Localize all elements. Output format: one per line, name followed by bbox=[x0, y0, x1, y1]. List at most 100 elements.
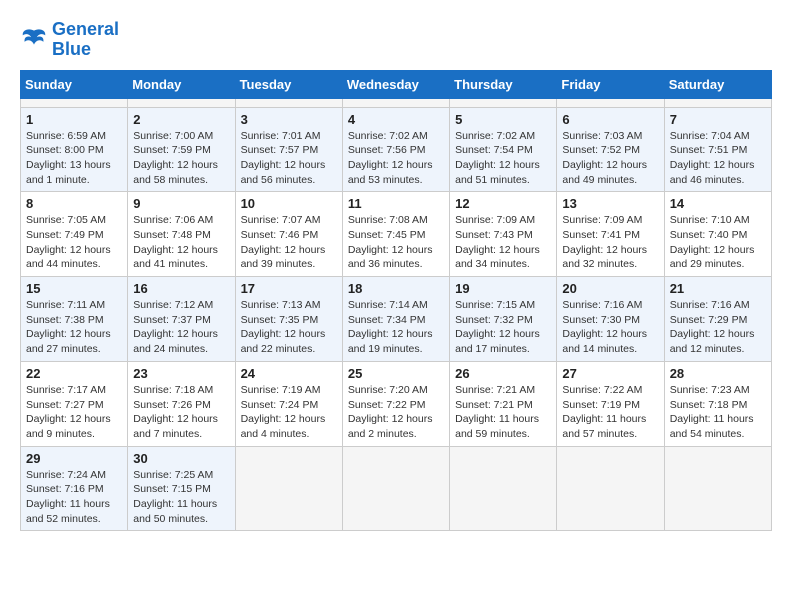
day-number: 12 bbox=[455, 196, 551, 211]
empty-day bbox=[342, 446, 449, 531]
day-number: 11 bbox=[348, 196, 444, 211]
day-info: Sunrise: 7:09 AMSunset: 7:43 PMDaylight:… bbox=[455, 213, 551, 272]
day-info: Sunrise: 7:04 AMSunset: 7:51 PMDaylight:… bbox=[670, 129, 766, 188]
day-info: Sunrise: 7:08 AMSunset: 7:45 PMDaylight:… bbox=[348, 213, 444, 272]
empty-day bbox=[235, 98, 342, 107]
calendar-day: 2 Sunrise: 7:00 AMSunset: 7:59 PMDaylight… bbox=[128, 107, 235, 192]
day-info: Sunrise: 6:59 AMSunset: 8:00 PMDaylight:… bbox=[26, 129, 122, 188]
calendar-day: 28 Sunrise: 7:23 AMSunset: 7:18 PMDayligh… bbox=[664, 361, 771, 446]
day-number: 30 bbox=[133, 451, 229, 466]
logo-text: General Blue bbox=[52, 20, 119, 60]
empty-day bbox=[235, 446, 342, 531]
day-number: 15 bbox=[26, 281, 122, 296]
calendar-day: 5Sunrise: 7:02 AMSunset: 7:54 PMDaylight… bbox=[450, 107, 557, 192]
calendar-day: 3 Sunrise: 7:01 AMSunset: 7:57 PMDaylight… bbox=[235, 107, 342, 192]
calendar-day: 20 Sunrise: 7:16 AMSunset: 7:30 PMDayligh… bbox=[557, 277, 664, 362]
empty-day bbox=[557, 98, 664, 107]
calendar-day: 17 Sunrise: 7:13 AMSunset: 7:35 PMDayligh… bbox=[235, 277, 342, 362]
day-number: 23 bbox=[133, 366, 229, 381]
empty-day bbox=[342, 98, 449, 107]
day-number: 18 bbox=[348, 281, 444, 296]
day-number: 4 bbox=[348, 112, 444, 127]
day-number: 2 bbox=[133, 112, 229, 127]
day-info: Sunrise: 7:16 AMSunset: 7:30 PMDaylight:… bbox=[562, 298, 658, 357]
day-info: Sunrise: 7:10 AMSunset: 7:40 PMDaylight:… bbox=[670, 213, 766, 272]
day-info: Sunrise: 7:14 AMSunset: 7:34 PMDaylight:… bbox=[348, 298, 444, 357]
day-info: Sunrise: 7:12 AMSunset: 7:37 PMDaylight:… bbox=[133, 298, 229, 357]
calendar-day: 9 Sunrise: 7:06 AMSunset: 7:48 PMDaylight… bbox=[128, 192, 235, 277]
day-info: Sunrise: 7:20 AMSunset: 7:22 PMDaylight:… bbox=[348, 383, 444, 442]
day-number: 7 bbox=[670, 112, 766, 127]
calendar-day: 30 Sunrise: 7:25 AMSunset: 7:15 PMDayligh… bbox=[128, 446, 235, 531]
empty-day bbox=[557, 446, 664, 531]
calendar-day: 27Sunrise: 7:22 AMSunset: 7:19 PMDayligh… bbox=[557, 361, 664, 446]
day-info: Sunrise: 7:09 AMSunset: 7:41 PMDaylight:… bbox=[562, 213, 658, 272]
day-info: Sunrise: 7:23 AMSunset: 7:18 PMDaylight:… bbox=[670, 383, 766, 442]
day-number: 8 bbox=[26, 196, 122, 211]
calendar-day: 18 Sunrise: 7:14 AMSunset: 7:34 PMDayligh… bbox=[342, 277, 449, 362]
calendar-day: 11 Sunrise: 7:08 AMSunset: 7:45 PMDayligh… bbox=[342, 192, 449, 277]
empty-day bbox=[128, 98, 235, 107]
calendar-day: 7 Sunrise: 7:04 AMSunset: 7:51 PMDaylight… bbox=[664, 107, 771, 192]
day-number: 20 bbox=[562, 281, 658, 296]
logo-icon bbox=[20, 26, 48, 54]
day-info: Sunrise: 7:18 AMSunset: 7:26 PMDaylight:… bbox=[133, 383, 229, 442]
day-number: 3 bbox=[241, 112, 337, 127]
calendar-day: 29 Sunrise: 7:24 AMSunset: 7:16 PMDayligh… bbox=[21, 446, 128, 531]
day-info: Sunrise: 7:02 AMSunset: 7:54 PMDaylight:… bbox=[455, 129, 551, 188]
day-number: 26 bbox=[455, 366, 551, 381]
weekday-header: Thursday bbox=[450, 70, 557, 98]
day-info: Sunrise: 7:19 AMSunset: 7:24 PMDaylight:… bbox=[241, 383, 337, 442]
day-number: 9 bbox=[133, 196, 229, 211]
calendar-day: 8 Sunrise: 7:05 AMSunset: 7:49 PMDaylight… bbox=[21, 192, 128, 277]
weekday-header: Saturday bbox=[664, 70, 771, 98]
day-info: Sunrise: 7:05 AMSunset: 7:49 PMDaylight:… bbox=[26, 213, 122, 272]
calendar-day: 22Sunrise: 7:17 AMSunset: 7:27 PMDayligh… bbox=[21, 361, 128, 446]
day-info: Sunrise: 7:22 AMSunset: 7:19 PMDaylight:… bbox=[562, 383, 658, 442]
day-info: Sunrise: 7:24 AMSunset: 7:16 PMDaylight:… bbox=[26, 468, 122, 527]
weekday-header: Monday bbox=[128, 70, 235, 98]
day-number: 6 bbox=[562, 112, 658, 127]
weekday-header: Friday bbox=[557, 70, 664, 98]
calendar-day: 16 Sunrise: 7:12 AMSunset: 7:37 PMDayligh… bbox=[128, 277, 235, 362]
day-number: 28 bbox=[670, 366, 766, 381]
weekday-header: Tuesday bbox=[235, 70, 342, 98]
day-number: 13 bbox=[562, 196, 658, 211]
calendar-day: 25 Sunrise: 7:20 AMSunset: 7:22 PMDayligh… bbox=[342, 361, 449, 446]
day-number: 19 bbox=[455, 281, 551, 296]
logo: General Blue bbox=[20, 20, 119, 60]
calendar-day: 15Sunrise: 7:11 AMSunset: 7:38 PMDayligh… bbox=[21, 277, 128, 362]
empty-day bbox=[450, 446, 557, 531]
day-info: Sunrise: 7:13 AMSunset: 7:35 PMDaylight:… bbox=[241, 298, 337, 357]
day-number: 10 bbox=[241, 196, 337, 211]
empty-day bbox=[664, 446, 771, 531]
empty-day bbox=[450, 98, 557, 107]
day-info: Sunrise: 7:16 AMSunset: 7:29 PMDaylight:… bbox=[670, 298, 766, 357]
empty-day bbox=[664, 98, 771, 107]
day-info: Sunrise: 7:25 AMSunset: 7:15 PMDaylight:… bbox=[133, 468, 229, 527]
day-info: Sunrise: 7:21 AMSunset: 7:21 PMDaylight:… bbox=[455, 383, 551, 442]
day-info: Sunrise: 7:06 AMSunset: 7:48 PMDaylight:… bbox=[133, 213, 229, 272]
day-info: Sunrise: 7:00 AMSunset: 7:59 PMDaylight:… bbox=[133, 129, 229, 188]
day-info: Sunrise: 7:01 AMSunset: 7:57 PMDaylight:… bbox=[241, 129, 337, 188]
page-header: General Blue bbox=[20, 20, 772, 60]
calendar-day: 21 Sunrise: 7:16 AMSunset: 7:29 PMDayligh… bbox=[664, 277, 771, 362]
empty-day bbox=[21, 98, 128, 107]
day-number: 29 bbox=[26, 451, 122, 466]
day-number: 16 bbox=[133, 281, 229, 296]
day-number: 1 bbox=[26, 112, 122, 127]
calendar-day: 23 Sunrise: 7:18 AMSunset: 7:26 PMDayligh… bbox=[128, 361, 235, 446]
calendar-day: 13 Sunrise: 7:09 AMSunset: 7:41 PMDayligh… bbox=[557, 192, 664, 277]
day-number: 25 bbox=[348, 366, 444, 381]
calendar-day: 1 Sunrise: 6:59 AMSunset: 8:00 PMDaylight… bbox=[21, 107, 128, 192]
calendar-day: 12 Sunrise: 7:09 AMSunset: 7:43 PMDayligh… bbox=[450, 192, 557, 277]
day-info: Sunrise: 7:02 AMSunset: 7:56 PMDaylight:… bbox=[348, 129, 444, 188]
calendar-day: 19Sunrise: 7:15 AMSunset: 7:32 PMDayligh… bbox=[450, 277, 557, 362]
day-number: 21 bbox=[670, 281, 766, 296]
calendar-day: 26 Sunrise: 7:21 AMSunset: 7:21 PMDayligh… bbox=[450, 361, 557, 446]
calendar-day: 4 Sunrise: 7:02 AMSunset: 7:56 PMDaylight… bbox=[342, 107, 449, 192]
day-info: Sunrise: 7:03 AMSunset: 7:52 PMDaylight:… bbox=[562, 129, 658, 188]
weekday-header: Wednesday bbox=[342, 70, 449, 98]
day-number: 17 bbox=[241, 281, 337, 296]
calendar-day: 14Sunrise: 7:10 AMSunset: 7:40 PMDayligh… bbox=[664, 192, 771, 277]
